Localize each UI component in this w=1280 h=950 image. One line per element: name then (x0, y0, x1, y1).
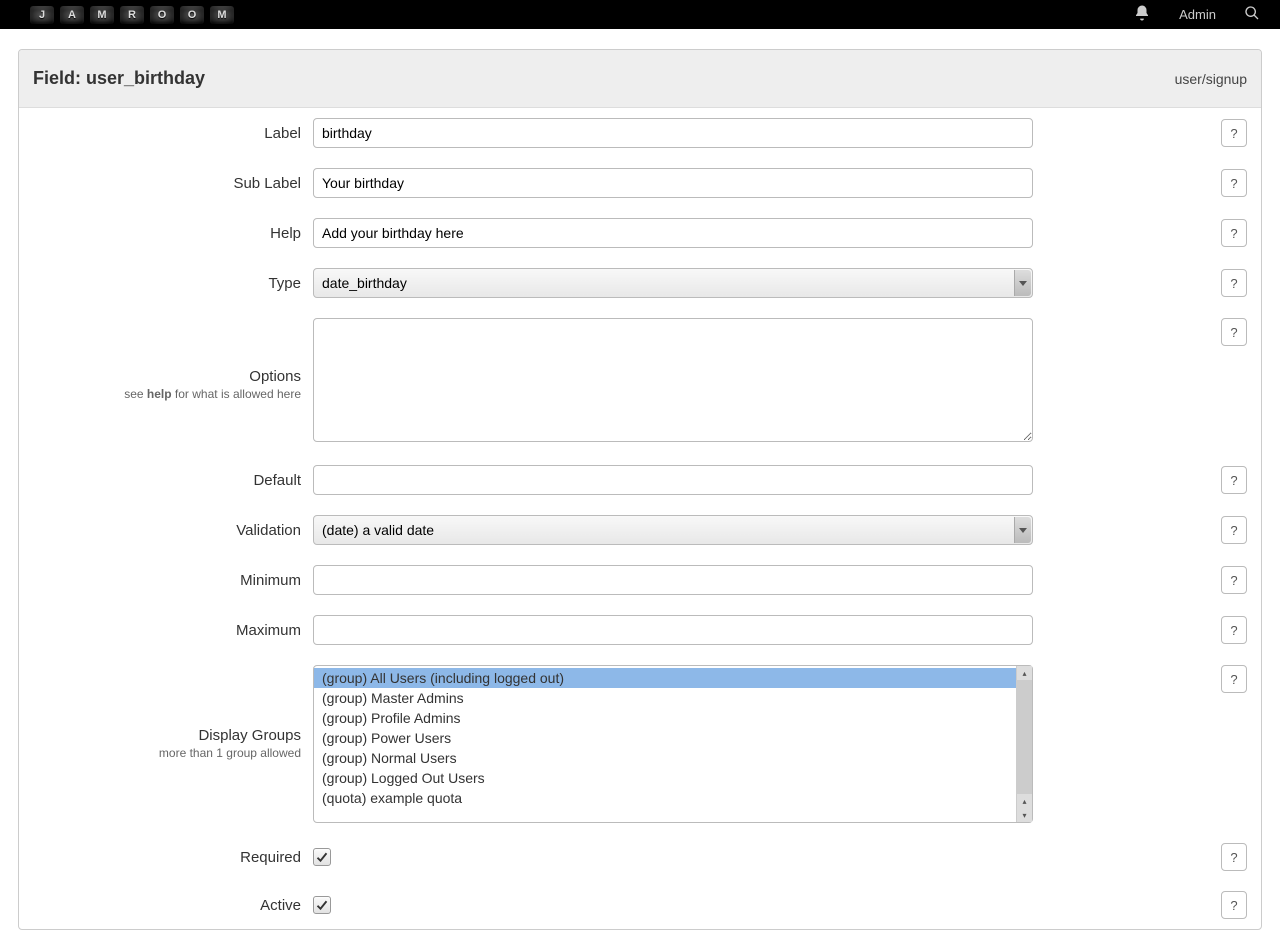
scroll-up-icon[interactable]: ▴ (1017, 794, 1032, 808)
required-checkbox[interactable] (313, 848, 331, 866)
help-label: Help (29, 225, 313, 242)
minimum-label: Minimum (29, 572, 313, 589)
help-button[interactable]: ? (1221, 119, 1247, 147)
label-input[interactable] (313, 118, 1033, 148)
maximum-input[interactable] (313, 615, 1033, 645)
logo-letter: R (120, 6, 144, 24)
help-button[interactable]: ? (1221, 169, 1247, 197)
options-sublabel: see help for what is allowed here (29, 387, 301, 401)
panel-header: Field: user_birthday user/signup (19, 50, 1261, 108)
help-button[interactable]: ? (1221, 616, 1247, 644)
options-label: Options (249, 368, 301, 385)
help-button[interactable]: ? (1221, 466, 1247, 494)
help-button[interactable]: ? (1221, 219, 1247, 247)
minimum-input[interactable] (313, 565, 1033, 595)
help-button[interactable]: ? (1221, 891, 1247, 919)
maximum-label: Maximum (29, 622, 313, 639)
type-select[interactable]: date_birthday (313, 268, 1033, 298)
help-button[interactable]: ? (1221, 665, 1247, 693)
display-groups-option[interactable]: (group) Profile Admins (314, 708, 1016, 728)
bell-icon[interactable] (1133, 4, 1151, 25)
sublabel-label: Sub Label (29, 175, 313, 192)
display-groups-option[interactable]: (quota) example quota (314, 788, 1016, 808)
validation-select[interactable]: (date) a valid date (313, 515, 1033, 545)
display-groups-option[interactable]: (group) All Users (including logged out) (314, 668, 1016, 688)
scroll-up-icon[interactable]: ▴ (1017, 666, 1032, 680)
display-groups-label: Display Groups (198, 727, 301, 744)
active-label: Active (29, 897, 313, 914)
field-editor-panel: Field: user_birthday user/signup Label ?… (18, 49, 1262, 930)
active-checkbox[interactable] (313, 896, 331, 914)
options-textarea[interactable] (313, 318, 1033, 442)
sublabel-input[interactable] (313, 168, 1033, 198)
type-label: Type (29, 275, 313, 292)
logo-letter: O (180, 6, 204, 24)
logo-letter: O (150, 6, 174, 24)
label-label: Label (29, 125, 313, 142)
help-input[interactable] (313, 218, 1033, 248)
display-groups-option[interactable]: (group) Normal Users (314, 748, 1016, 768)
logo-letter: M (90, 6, 114, 24)
search-icon[interactable] (1244, 5, 1260, 24)
display-groups-option[interactable]: (group) Master Admins (314, 688, 1016, 708)
display-groups-sublabel: more than 1 group allowed (29, 746, 301, 760)
display-groups-option[interactable]: (group) Power Users (314, 728, 1016, 748)
help-button[interactable]: ? (1221, 318, 1247, 346)
breadcrumb: user/signup (1175, 71, 1247, 87)
logo-letter: M (210, 6, 234, 24)
page-title: Field: user_birthday (33, 68, 205, 89)
logo: J A M R O O M (30, 6, 234, 24)
required-label: Required (29, 849, 313, 866)
display-groups-option[interactable]: (group) Logged Out Users (314, 768, 1016, 788)
help-button[interactable]: ? (1221, 566, 1247, 594)
display-groups-multiselect[interactable]: (group) All Users (including logged out)… (313, 665, 1033, 823)
default-label: Default (29, 472, 313, 489)
scrollbar[interactable]: ▴ ▴ ▾ (1016, 666, 1032, 822)
logo-letter: J (30, 6, 54, 24)
topnav: Admin (1133, 4, 1260, 25)
help-button[interactable]: ? (1221, 516, 1247, 544)
topbar: J A M R O O M Admin (0, 0, 1280, 29)
topnav-admin[interactable]: Admin (1179, 7, 1216, 22)
help-button[interactable]: ? (1221, 269, 1247, 297)
scroll-down-icon[interactable]: ▾ (1017, 808, 1032, 822)
help-button[interactable]: ? (1221, 843, 1247, 871)
default-input[interactable] (313, 465, 1033, 495)
logo-letter: A (60, 6, 84, 24)
validation-label: Validation (29, 522, 313, 539)
